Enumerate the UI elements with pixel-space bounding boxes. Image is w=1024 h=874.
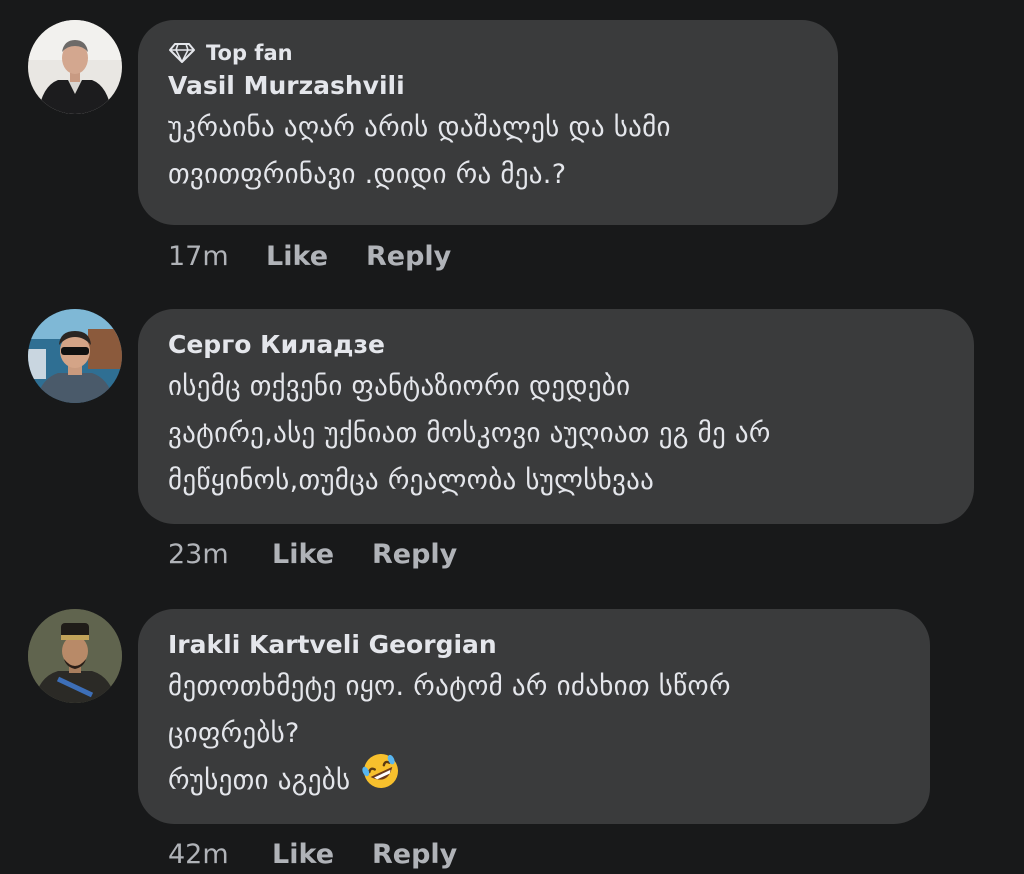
- avatar[interactable]: [28, 20, 122, 114]
- comment-bubble: Irakli Kartveli Georgian მეთოთხმეტე იყო.…: [138, 609, 930, 824]
- comment-text-line-with-emoji: რუსეთი აგებს: [168, 754, 900, 804]
- avatar[interactable]: [28, 309, 122, 403]
- timestamp[interactable]: 23m: [168, 539, 272, 570]
- author-name[interactable]: Серго Киладзе: [168, 327, 944, 363]
- comment-text-line: უკრაინა აღარ არის დაშალეს და სამი: [168, 112, 671, 143]
- comment-text-line: მეწყინოს,თუმცა რეალობა სულსხვაა: [168, 465, 655, 496]
- author-name[interactable]: Vasil Murzashvili: [168, 68, 808, 104]
- timestamp[interactable]: 42m: [168, 839, 272, 870]
- like-button[interactable]: Like: [272, 839, 372, 870]
- reply-button[interactable]: Reply: [372, 839, 457, 870]
- rolling-on-floor-laughing-emoji-icon: [358, 751, 404, 806]
- comment-text-line: ვატირე,ასე უქნიათ მოსკოვი აუღიათ ეგ მე ა…: [168, 418, 771, 449]
- badge-label: Top fan: [206, 41, 293, 65]
- comment-bubble: Top fan Vasil Murzashvili უკრაინა აღარ ა…: [138, 20, 838, 225]
- comment-actions: 42m Like Reply: [168, 834, 457, 874]
- comment-bubble: Серго Киладзе ისემც თქვენი ფანტაზიორი დე…: [138, 309, 974, 524]
- avatar[interactable]: [28, 609, 122, 703]
- top-fan-badge[interactable]: Top fan: [168, 38, 808, 68]
- reply-button[interactable]: Reply: [372, 539, 457, 570]
- like-button[interactable]: Like: [266, 241, 366, 272]
- reply-button[interactable]: Reply: [366, 241, 451, 272]
- timestamp[interactable]: 17m: [168, 241, 266, 272]
- comment-text-line: თვითფრინავი .დიდი რა მეა.?: [168, 159, 567, 190]
- comment-text: რუსეთი აგებს: [168, 765, 351, 796]
- comment-text-line: ციფრებს?: [168, 718, 300, 749]
- author-name[interactable]: Irakli Kartveli Georgian: [168, 627, 900, 663]
- comment-text-line: ისემც თქვენი ფანტაზიორი დედები: [168, 371, 631, 402]
- comment-text-line: მეთოთხმეტე იყო. რატომ არ იძახით სწორ: [168, 671, 731, 702]
- like-button[interactable]: Like: [272, 539, 372, 570]
- comment-actions: 23m Like Reply: [168, 534, 457, 574]
- diamond-icon: [168, 42, 196, 64]
- comment-actions: 17m Like Reply: [168, 236, 451, 276]
